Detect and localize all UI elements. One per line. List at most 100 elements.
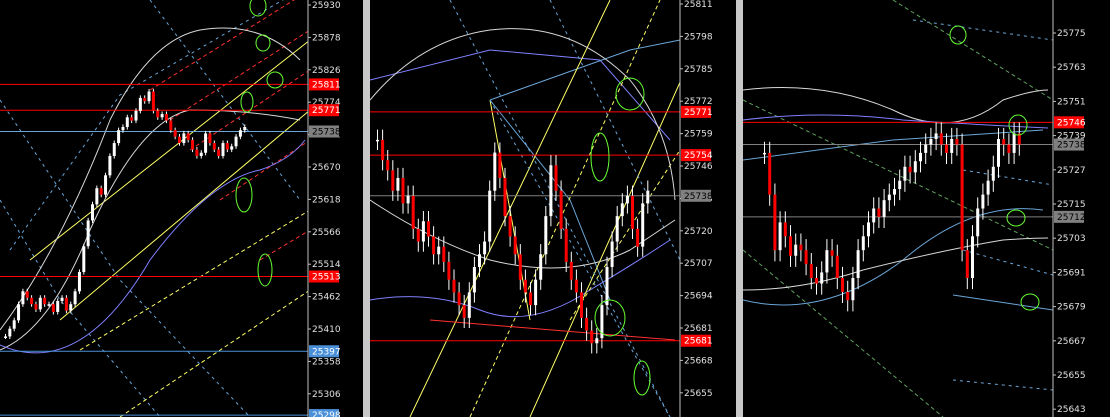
- indicator-line: [569, 149, 681, 321]
- candle: [534, 279, 538, 306]
- candle: [945, 144, 948, 153]
- candle: [1007, 144, 1011, 153]
- price-badge-label: 25771: [312, 106, 341, 116]
- candle: [976, 208, 980, 237]
- marker-ellipse: [590, 132, 610, 182]
- candle: [121, 126, 125, 131]
- candle: [186, 133, 190, 140]
- price-badge-label: 25681: [684, 337, 713, 347]
- candle: [104, 175, 108, 195]
- candle: [421, 221, 425, 242]
- candle: [143, 97, 147, 102]
- price-badge-label: 25754: [684, 151, 713, 161]
- axis-tick-label: 25670: [312, 163, 341, 173]
- candle: [411, 195, 415, 229]
- candle: [789, 236, 792, 256]
- price-badge-label: 25811: [312, 80, 341, 90]
- marker-ellipse: [633, 360, 651, 396]
- candle: [125, 117, 129, 127]
- price-badge-label: 25738: [684, 192, 713, 202]
- middle-chart-svg[interactable]: 2581125798257852577225759257462573325720…: [370, 0, 736, 417]
- candle: [452, 279, 456, 293]
- candle: [401, 177, 405, 204]
- candle: [4, 336, 7, 338]
- indicator-line: [9, 0, 284, 251]
- candle: [69, 304, 73, 311]
- marker-ellipse: [266, 71, 284, 89]
- candle: [376, 139, 379, 142]
- candle: [498, 152, 502, 178]
- candle: [138, 97, 142, 111]
- candle: [56, 300, 60, 312]
- candle: [991, 166, 995, 181]
- marker-ellipse: [594, 299, 626, 337]
- candle: [585, 317, 589, 331]
- axis-tick-label: 25691: [1057, 268, 1086, 278]
- candle: [178, 136, 181, 144]
- axis-tick-label: 25759: [684, 130, 713, 140]
- candle: [130, 117, 134, 121]
- indicator-line: [962, 249, 1054, 276]
- candle: [539, 254, 543, 280]
- candle: [25, 291, 29, 298]
- candle: [877, 208, 881, 217]
- candle: [620, 203, 624, 217]
- candle: [117, 130, 121, 144]
- candle: [820, 272, 824, 284]
- candle: [427, 221, 430, 237]
- marker-ellipse: [257, 253, 273, 287]
- candle: [625, 195, 629, 204]
- right-chart-svg[interactable]: 2577525763257512573925727257152570325691…: [743, 0, 1110, 417]
- candle: [1012, 133, 1016, 153]
- candle: [478, 254, 481, 267]
- candle: [903, 166, 907, 181]
- axis-tick-label: 25667: [1057, 337, 1086, 347]
- candle: [971, 236, 974, 278]
- axis-tick-label: 25679: [1057, 303, 1086, 313]
- candle: [569, 261, 573, 280]
- middle-chart-panel[interactable]: 2581125798257852577225759257462573325720…: [370, 0, 736, 417]
- axis-tick-label: 25751: [1057, 97, 1086, 107]
- price-badge-label: 25771: [684, 108, 713, 118]
- indicator-line: [370, 199, 676, 269]
- axis-tick-label: 25775: [1057, 29, 1086, 39]
- candle: [391, 170, 395, 191]
- candle: [518, 254, 522, 280]
- candle: [99, 188, 103, 195]
- candle: [794, 244, 798, 256]
- candle: [30, 297, 34, 305]
- left-chart-panel[interactable]: 2593025878258262577425722256702561825566…: [0, 0, 363, 417]
- axis-tick-label: 25703: [1057, 234, 1086, 244]
- panel-separator: [736, 0, 743, 417]
- indicator-line: [489, 99, 671, 417]
- candle: [887, 194, 891, 201]
- indicator-line: [743, 114, 1049, 129]
- candle: [856, 250, 860, 278]
- right-chart-panel[interactable]: 25775 25763 25751 25739 25727 25715 25703 25691…: [743, 0, 1110, 417]
- candle: [432, 236, 436, 255]
- price-badge-label: 25738: [312, 127, 341, 137]
- candle: [835, 255, 839, 278]
- candle: [182, 133, 186, 144]
- candle: [841, 278, 844, 292]
- marker-ellipse: [255, 34, 271, 52]
- axis-tick-label: 25643: [1057, 405, 1086, 415]
- candle: [804, 250, 808, 265]
- candle: [778, 222, 782, 251]
- candle: [212, 143, 216, 150]
- candle: [615, 216, 619, 242]
- candle: [243, 126, 247, 131]
- indicator-line: [0, 109, 301, 351]
- indicator-line: [743, 237, 1049, 291]
- price-badge-label: 25513: [312, 272, 341, 282]
- candle: [913, 161, 917, 173]
- left-chart-svg[interactable]: 2593025878258262577425722256702561825566…: [0, 0, 363, 417]
- candle: [955, 139, 959, 145]
- price-badge-label: 25397: [312, 347, 341, 357]
- candle: [981, 194, 985, 209]
- indicator-line: [952, 379, 1054, 391]
- candle: [112, 143, 116, 156]
- candle: [406, 195, 410, 204]
- candle: [386, 160, 390, 171]
- marker-ellipse: [949, 25, 967, 45]
